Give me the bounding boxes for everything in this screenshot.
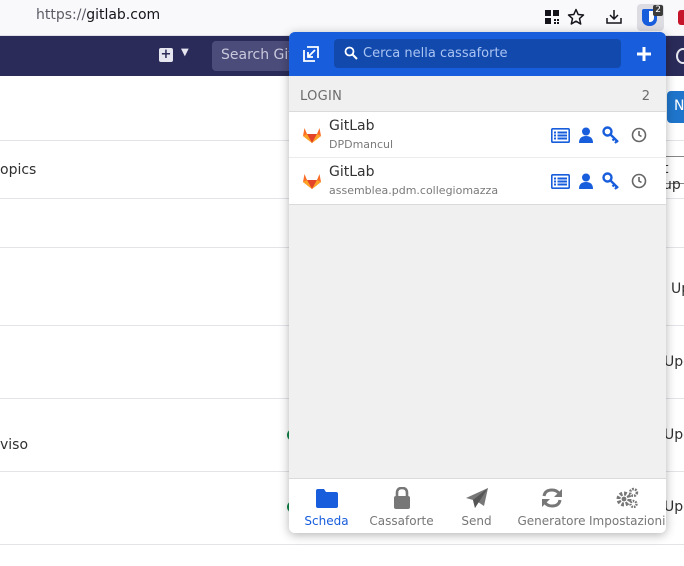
item-name: GitLab: [329, 118, 375, 134]
pocket-save-icon[interactable]: [604, 7, 624, 27]
bookmark-star-icon[interactable]: [566, 7, 586, 27]
tab-label: Send: [461, 514, 492, 528]
plus-icon: [637, 47, 651, 61]
bitwarden-extension-button[interactable]: 2: [637, 4, 664, 31]
tab-generatore[interactable]: Generatore: [514, 479, 589, 533]
copy-totp-clock-icon[interactable]: [629, 172, 649, 190]
gitlab-row-text: viso: [0, 437, 29, 453]
chevron-down-icon[interactable]: ▼: [181, 47, 189, 58]
copy-password-key-icon[interactable]: [601, 126, 621, 144]
url-bar[interactable]: https://gitlab.com: [36, 7, 160, 23]
bottom-tab-bar: Scheda Cassaforte Send Generatore Impost…: [289, 478, 666, 533]
gitlab-update-text: Upd: [664, 499, 684, 515]
gears-icon: [616, 487, 639, 509]
tab-scheda[interactable]: Scheda: [289, 479, 364, 533]
section-label: LOGIN: [300, 89, 343, 104]
help-icon-partial[interactable]: [676, 48, 684, 64]
tab-cassaforte[interactable]: Cassaforte: [364, 479, 439, 533]
tab-label: Cassaforte: [369, 514, 434, 528]
copy-username-icon[interactable]: [576, 126, 596, 144]
divider: [0, 544, 684, 545]
tab-label: Impostazioni: [589, 514, 666, 528]
gitlab-row-text: opics: [0, 162, 37, 178]
new-menu-plus-icon[interactable]: +: [159, 48, 173, 62]
extension-icon-partial[interactable]: [678, 10, 684, 25]
bitwarden-popup: LOGIN 2 GitLab DPDmancul GitLab assemble…: [289, 32, 666, 533]
list-item[interactable]: GitLab assemblea.pdm.collegiomazza: [289, 158, 666, 204]
gitlab-logo-icon: [303, 174, 321, 189]
browser-toolbar: https://gitlab.com 2: [0, 0, 684, 36]
copy-totp-clock-icon[interactable]: [629, 126, 649, 144]
tab-send[interactable]: Send: [439, 479, 514, 533]
folder-icon: [316, 489, 338, 508]
search-input[interactable]: [363, 42, 613, 65]
gitlab-new-button-partial[interactable]: N: [667, 91, 684, 123]
popout-icon[interactable]: [302, 45, 320, 63]
copy-password-key-icon[interactable]: [601, 172, 621, 190]
copy-username-icon[interactable]: [576, 172, 596, 190]
view-item-icon[interactable]: [550, 126, 570, 144]
view-item-icon[interactable]: [550, 172, 570, 190]
url-scheme: https://: [36, 7, 87, 23]
gitlab-logo-icon: [303, 128, 321, 143]
item-name: GitLab: [329, 164, 375, 180]
gitlab-update-text: Up: [671, 281, 684, 297]
login-section-header: LOGIN 2: [289, 76, 666, 112]
extension-badge: 2: [653, 5, 663, 16]
item-username: assemblea.pdm.collegiomazza: [329, 184, 499, 197]
paper-plane-icon: [466, 488, 488, 508]
section-count: 2: [641, 89, 650, 104]
item-username: DPDmancul: [329, 138, 394, 151]
refresh-icon: [542, 488, 562, 508]
add-item-button[interactable]: [633, 43, 655, 65]
gitlab-update-text: Upd: [664, 354, 684, 370]
qr-code-icon[interactable]: [542, 7, 562, 27]
list-item[interactable]: GitLab DPDmancul: [289, 112, 666, 158]
url-host: gitlab.com: [86, 7, 161, 23]
vault-search-field[interactable]: [334, 39, 621, 68]
tab-label: Scheda: [304, 514, 349, 528]
search-icon: [344, 46, 358, 60]
tab-label: Generatore: [517, 514, 586, 528]
lock-icon: [394, 487, 410, 509]
gitlab-update-text: Upd: [664, 427, 684, 443]
tab-impostazioni[interactable]: Impostazioni: [589, 479, 666, 533]
login-list: GitLab DPDmancul GitLab assemblea.pdm.co…: [289, 112, 666, 205]
popup-header: [289, 32, 666, 76]
